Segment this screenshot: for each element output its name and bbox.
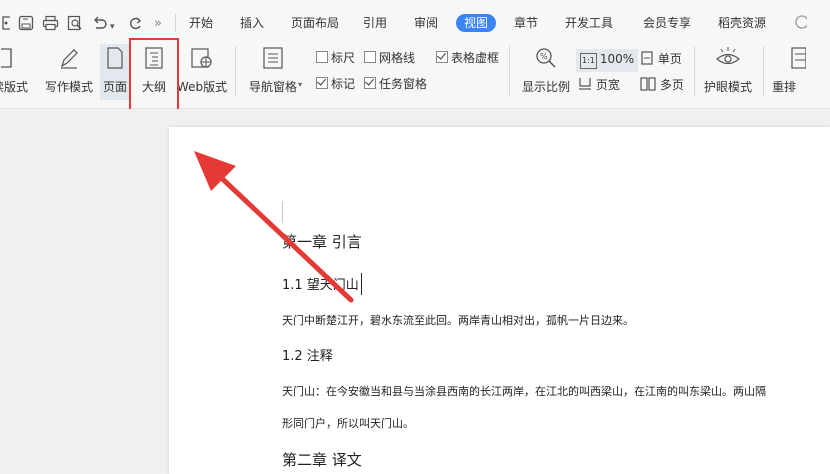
annotation-arrow-icon <box>194 151 354 303</box>
